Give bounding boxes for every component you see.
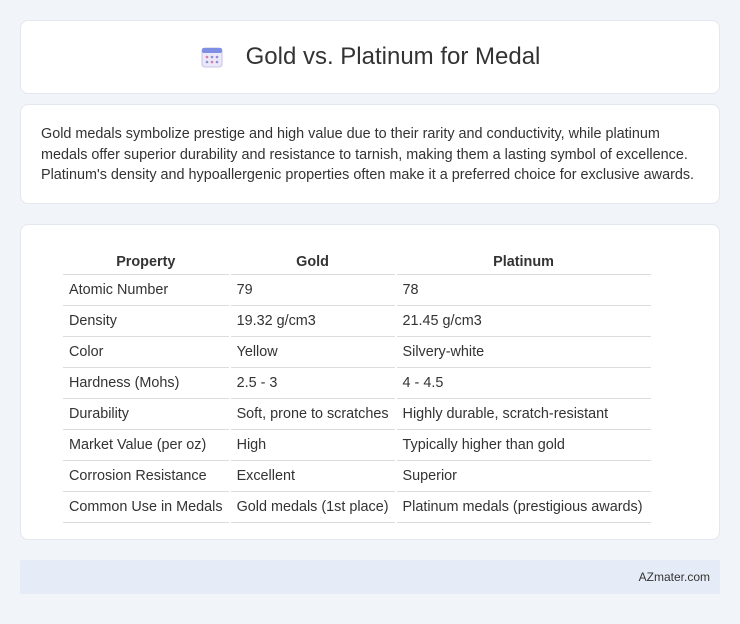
table-cell: High [230,430,395,461]
table-cell: 4 - 4.5 [396,368,651,399]
title-card: Gold vs. Platinum for Medal [20,20,720,94]
table-cell: Market Value (per oz) [63,430,229,461]
comparison-table: Property Gold Platinum Atomic Number 79 … [61,245,653,523]
table-cell: Highly durable, scratch-resistant [396,399,651,430]
table-row: Durability Soft, prone to scratches High… [63,399,651,430]
table-header-row: Property Gold Platinum [63,245,651,275]
table-cell: Atomic Number [63,275,229,306]
table-cell: 2.5 - 3 [230,368,395,399]
table-row: Market Value (per oz) High Typically hig… [63,430,651,461]
table-cell: 19.32 g/cm3 [230,306,395,337]
table-cell: Soft, prone to scratches [230,399,395,430]
calendar-icon [200,45,224,69]
table-cell: Typically higher than gold [396,430,651,461]
table-cell: 79 [230,275,395,306]
table-cell: Superior [396,461,651,492]
description-card: Gold medals symbolize prestige and high … [20,104,720,204]
table-cell: Platinum medals (prestigious awards) [396,492,651,523]
page-title: Gold vs. Platinum for Medal [245,43,541,70]
table-cell: Hardness (Mohs) [63,368,229,399]
comparison-table-card: Property Gold Platinum Atomic Number 79 … [20,224,720,540]
table-row: Corrosion Resistance Excellent Superior [63,461,651,492]
table-cell: Yellow [230,337,395,368]
table-row: Density 19.32 g/cm3 21.45 g/cm3 [63,306,651,337]
column-header-platinum: Platinum [396,245,651,275]
table-cell: Durability [63,399,229,430]
footer: AZmater.com [20,560,720,594]
table-row: Common Use in Medals Gold medals (1st pl… [63,492,651,523]
table-cell: Excellent [230,461,395,492]
table-cell: Gold medals (1st place) [230,492,395,523]
column-header-property: Property [63,245,229,275]
table-row: Color Yellow Silvery-white [63,337,651,368]
table-cell: Corrosion Resistance [63,461,229,492]
table-cell: Density [63,306,229,337]
table-cell: Color [63,337,229,368]
table-cell: Common Use in Medals [63,492,229,523]
table-cell: Silvery-white [396,337,651,368]
table-cell: 78 [396,275,651,306]
table-row: Atomic Number 79 78 [63,275,651,306]
table-row: Hardness (Mohs) 2.5 - 3 4 - 4.5 [63,368,651,399]
column-header-gold: Gold [230,245,395,275]
description-text: Gold medals symbolize prestige and high … [41,126,695,183]
footer-site-link[interactable]: AZmater.com [639,570,710,584]
table-cell: 21.45 g/cm3 [396,306,651,337]
